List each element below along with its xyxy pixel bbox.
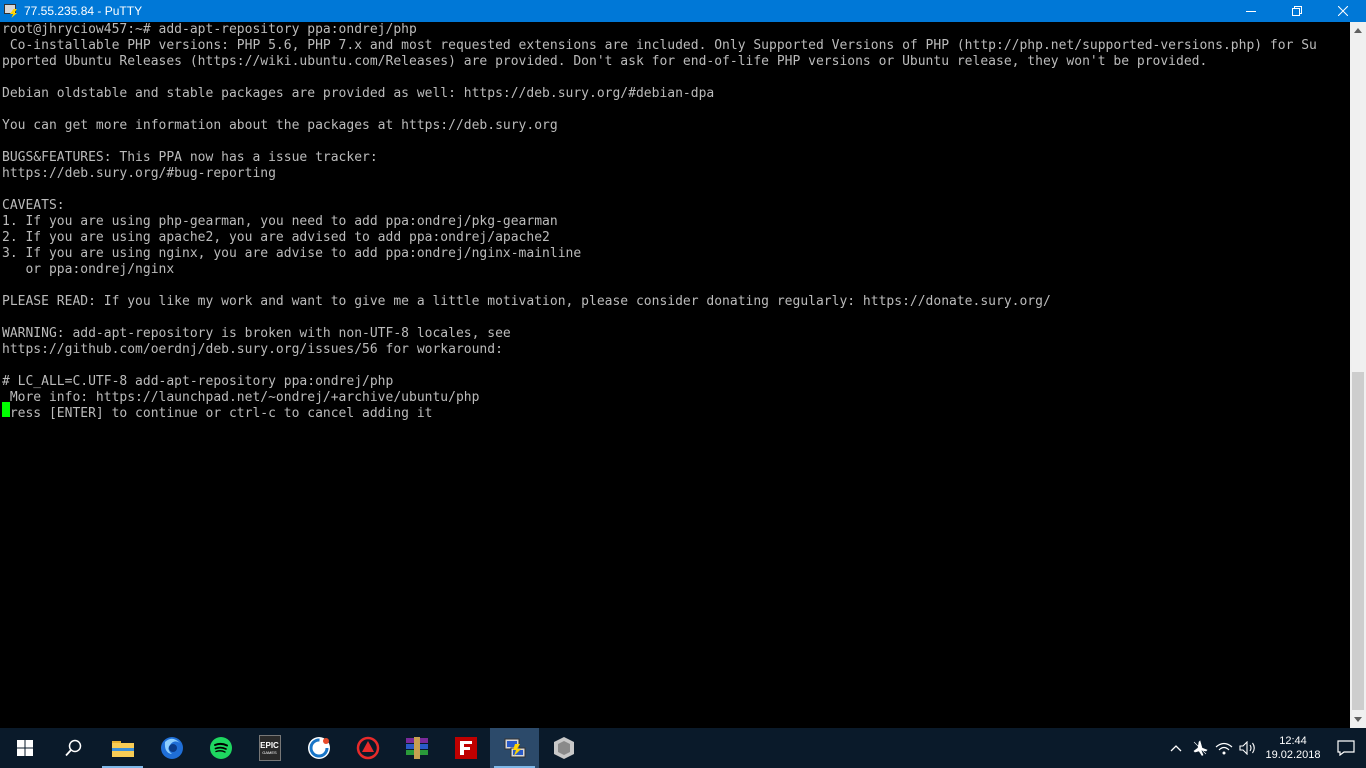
cube-icon [553,737,574,759]
filezilla-icon [454,737,477,759]
terminal-line: 3. If you are using nginx, you are advis… [2,246,582,261]
window-title: 77.55.235.84 - PuTTY [24,4,143,18]
taskbar-clock[interactable]: 12:44 19.02.2018 [1260,728,1326,768]
terminal-line: root@jhryciow457:~# add-apt-repository p… [2,22,417,37]
taskbar-red-app[interactable] [343,728,392,768]
scroll-up-button[interactable] [1350,22,1366,39]
terminal-line: or ppa:ondrej/nginx [2,262,175,277]
terminal-line: # LC_ALL=C.UTF-8 add-apt-repository ppa:… [2,374,394,389]
taskbar-winrar[interactable] [392,728,441,768]
restore-icon [1292,6,1302,16]
taskbar-filezilla[interactable] [441,728,490,768]
windows-logo-icon [16,740,33,756]
putty-icon [504,738,525,758]
terminal-line: Press [ENTER] to continue or ctrl-c to c… [2,406,433,421]
terminal-line: https://deb.sury.org/#bug-reporting [2,166,276,181]
terminal-line: BUGS&FEATURES: This PPA now has a issue … [2,150,378,165]
close-button[interactable] [1320,0,1366,22]
red-app-icon [356,736,379,760]
clock-date: 19.02.2018 [1265,749,1321,761]
taskbar-putty[interactable] [490,728,539,768]
close-icon [1338,6,1348,16]
minimize-icon [1246,11,1256,12]
tray-volume[interactable] [1236,728,1260,768]
window-title-bar[interactable]: 77.55.235.84 - PuTTY [0,0,1366,22]
chevron-down-icon [1354,717,1362,722]
start-button[interactable] [0,728,49,768]
terminal-cursor [2,402,10,417]
terminal-output[interactable]: root@jhryciow457:~# add-apt-repository p… [0,22,1350,728]
epic-games-icon: EPIC GAMES [258,735,281,761]
scrollbar-thumb[interactable] [1352,372,1364,710]
folder-icon [111,741,134,757]
minimize-button[interactable] [1228,0,1274,22]
taskbar-firefox[interactable] [147,728,196,768]
taskbar: EPIC GAMES 12:44 19.02.2018 [0,728,1366,768]
clock-time: 12:44 [1279,735,1307,747]
chevron-up-icon [1170,745,1182,752]
action-center-button[interactable] [1326,728,1366,768]
spotify-icon [209,737,232,759]
terminal-text: root@jhryciow457:~# add-apt-repository p… [0,22,1350,422]
tray-airplane[interactable] [1188,728,1212,768]
putty-app-icon[interactable] [3,3,19,19]
terminal-line: 2. If you are using apache2, you are adv… [2,230,550,245]
terminal-line: WARNING: add-apt-repository is broken wi… [2,326,511,341]
search-icon [64,739,81,757]
taskbar-cube-app[interactable] [539,728,588,768]
terminal-line: CAVEATS: [2,198,65,213]
taskbar-spotify[interactable] [196,728,245,768]
terminal-line: 1. If you are using php-gearman, you nee… [2,214,558,229]
terminal-line: Debian oldstable and stable packages are… [2,86,715,101]
terminal-line: Co-installable PHP versions: PHP 5.6, PH… [2,38,1317,53]
winrar-icon [405,737,428,759]
terminal-line: PLEASE READ: If you like my work and wan… [2,294,1051,309]
tray-show-hidden[interactable] [1164,728,1188,768]
notification-icon [1337,740,1355,756]
taskbar-epic-games[interactable]: EPIC GAMES [245,728,294,768]
terminal-line: More info: https://launchpad.net/~ondrej… [2,390,480,405]
taskbar-ccleaner[interactable] [294,728,343,768]
terminal-line: pported Ubuntu Releases (https://wiki.ub… [2,54,1208,69]
terminal-line: https://github.com/oerdnj/deb.sury.org/i… [2,342,503,357]
firefox-icon [160,737,183,759]
scroll-down-button[interactable] [1350,711,1366,728]
system-tray: 12:44 19.02.2018 [1164,728,1366,768]
volume-icon [1239,741,1255,755]
terminal-scrollbar[interactable] [1350,22,1366,728]
terminal-line: You can get more information about the p… [2,118,558,133]
wifi-icon [1215,742,1233,755]
taskbar-file-explorer[interactable] [98,728,147,768]
restore-button[interactable] [1274,0,1320,22]
ccleaner-icon [307,737,330,759]
search-button[interactable] [49,728,98,768]
tray-network[interactable] [1212,728,1236,768]
airplane-icon [1193,740,1208,756]
chevron-up-icon [1354,28,1362,33]
